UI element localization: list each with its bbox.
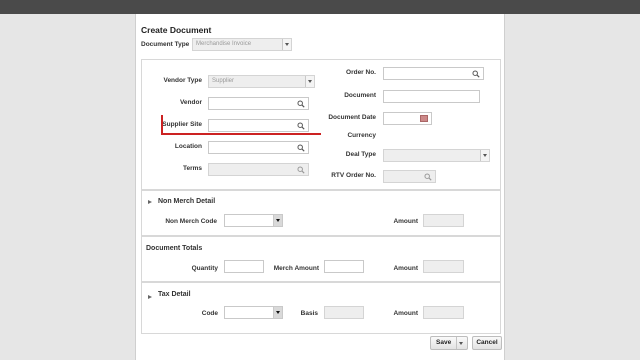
- non-merch-code-label: Non Merch Code: [165, 218, 217, 225]
- non-merch-amount-label: Amount: [393, 218, 418, 225]
- location-input[interactable]: [208, 141, 309, 154]
- rtv-order-no-label: RTV Order No.: [331, 172, 376, 179]
- document-type-select[interactable]: Merchandise Invoice: [192, 38, 292, 51]
- chevron-down-icon: [459, 342, 463, 345]
- save-label: Save: [436, 339, 452, 346]
- basis-label: Basis: [300, 310, 318, 317]
- document-date-label: Document Date: [328, 114, 376, 121]
- rtv-order-no-input[interactable]: [383, 170, 436, 183]
- save-menu-button[interactable]: [456, 337, 466, 349]
- order-no-input[interactable]: [383, 67, 484, 80]
- non-merch-amount-input[interactable]: [423, 214, 464, 227]
- merch-amount-label: Merch Amount: [273, 265, 319, 272]
- chevron-down-icon[interactable]: [480, 150, 489, 161]
- merch-amount-input[interactable]: [324, 260, 364, 273]
- create-document-dialog: Create Document Document Type Merchandis…: [135, 14, 505, 360]
- supplier-site-label: Supplier Site: [162, 121, 202, 128]
- chevron-down-icon[interactable]: [273, 215, 282, 226]
- triangle-icon[interactable]: [148, 200, 152, 204]
- search-icon[interactable]: [472, 70, 480, 78]
- search-icon[interactable]: [297, 100, 305, 108]
- non-merch-heading[interactable]: Non Merch Detail: [158, 198, 215, 205]
- vendor-type-value: Supplier: [212, 78, 235, 84]
- quantity-label: Quantity: [191, 265, 218, 272]
- vendor-type-label: Vendor Type: [163, 77, 202, 84]
- document-label: Document: [344, 92, 376, 99]
- document-type-label: Document Type: [141, 41, 190, 48]
- chevron-down-icon[interactable]: [273, 307, 282, 318]
- vendor-label: Vendor: [179, 99, 202, 106]
- non-merch-panel: [141, 190, 501, 236]
- tax-detail-heading[interactable]: Tax Detail: [158, 291, 191, 298]
- save-button[interactable]: Save: [430, 336, 468, 350]
- totals-amount-label: Amount: [393, 265, 418, 272]
- chevron-down-icon[interactable]: [282, 39, 291, 50]
- location-label: Location: [174, 143, 202, 150]
- terms-label: Terms: [182, 165, 202, 172]
- deal-type-label: Deal Type: [345, 151, 376, 158]
- non-merch-code-select[interactable]: [224, 214, 283, 227]
- document-type-value: Merchandise Invoice: [196, 41, 252, 47]
- supplier-site-input[interactable]: [208, 119, 309, 132]
- tax-code-select[interactable]: [224, 306, 283, 319]
- app-top-bar: [0, 0, 640, 14]
- terms-input[interactable]: [208, 163, 309, 176]
- currency-label: Currency: [347, 132, 376, 139]
- tax-code-label: Code: [201, 310, 218, 317]
- document-date-input[interactable]: [383, 112, 432, 125]
- chevron-down-icon[interactable]: [305, 76, 314, 87]
- vendor-input[interactable]: [208, 97, 309, 110]
- tax-amount-label: Amount: [393, 310, 418, 317]
- deal-type-select[interactable]: [383, 149, 490, 162]
- document-totals-heading: Document Totals: [146, 245, 203, 252]
- annotation-bracket-horizontal: [161, 133, 321, 135]
- cancel-button[interactable]: Cancel: [472, 336, 502, 350]
- order-no-label: Order No.: [346, 69, 376, 76]
- totals-amount-input[interactable]: [423, 260, 464, 273]
- quantity-input[interactable]: [224, 260, 264, 273]
- basis-input[interactable]: [324, 306, 364, 319]
- search-icon[interactable]: [297, 122, 305, 130]
- document-input[interactable]: [383, 90, 480, 103]
- triangle-icon[interactable]: [148, 295, 152, 299]
- annotation-bracket-vertical: [161, 115, 163, 135]
- page-title: Create Document: [141, 25, 212, 35]
- vendor-type-select[interactable]: Supplier: [208, 75, 315, 88]
- search-icon[interactable]: [297, 144, 305, 152]
- search-icon[interactable]: [297, 166, 305, 174]
- search-icon[interactable]: [424, 173, 432, 181]
- calendar-icon[interactable]: [420, 115, 428, 122]
- document-totals-panel: [141, 236, 501, 282]
- tax-amount-input[interactable]: [423, 306, 464, 319]
